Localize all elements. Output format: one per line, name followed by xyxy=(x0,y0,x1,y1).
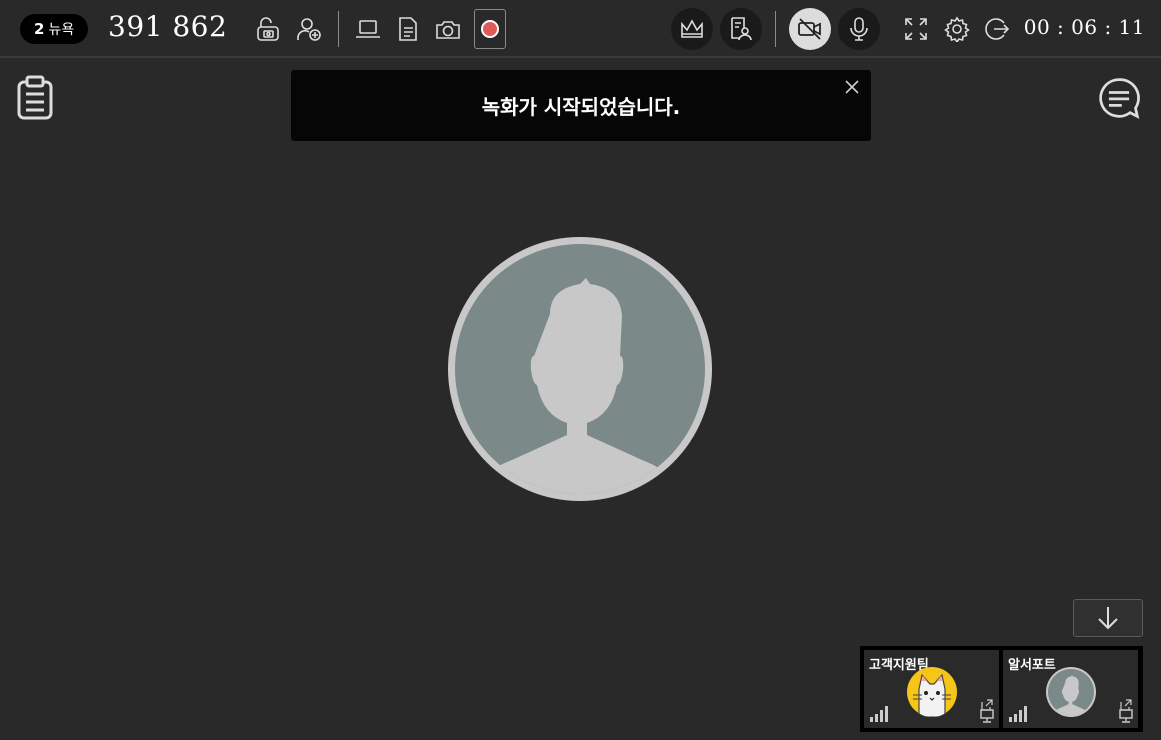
participant-strip: 고객지원팀 알서포트 xyxy=(860,646,1143,732)
arrow-down-icon xyxy=(1098,607,1118,630)
screen-icon[interactable] xyxy=(1119,709,1133,723)
chat-button[interactable] xyxy=(1095,74,1143,122)
crown-icon xyxy=(681,19,703,38)
laptop-icon xyxy=(356,20,380,38)
gear-icon xyxy=(944,16,970,42)
document-share-button[interactable] xyxy=(390,11,426,47)
person-silhouette-icon xyxy=(1050,675,1091,715)
host-button[interactable] xyxy=(671,8,713,50)
person-silhouette-icon xyxy=(468,278,686,494)
toast-message: 녹화가 시작되었습니다. xyxy=(481,95,681,119)
camera-icon xyxy=(436,21,460,39)
exit-icon xyxy=(985,18,1010,40)
video-call-app: 2 뉴욕 391 862 00: 06: 11 녹화가 시작되었습니다. 고… xyxy=(0,0,1161,740)
participant-tile[interactable]: 고객지원팀 xyxy=(864,650,999,728)
session-badge[interactable]: 2 뉴욕 xyxy=(20,14,89,44)
screen-icon[interactable] xyxy=(980,709,994,723)
participant-name: 알서포트 xyxy=(1008,658,1056,673)
camera-toggle-button[interactable] xyxy=(789,8,831,50)
person-avatar xyxy=(1046,667,1096,717)
signal-icon xyxy=(870,706,888,722)
cat-icon xyxy=(913,673,951,717)
exit-button[interactable] xyxy=(979,11,1015,47)
record-icon xyxy=(481,20,499,38)
toolbar-divider xyxy=(775,11,776,47)
chat-icon xyxy=(1099,78,1140,119)
unlock-camera-button[interactable] xyxy=(250,11,286,47)
room-code: 391 862 xyxy=(108,10,228,43)
add-user-icon xyxy=(297,18,321,41)
call-timer: 00 : 06 : 11 xyxy=(1023,15,1145,39)
scroll-down-button[interactable] xyxy=(1073,599,1143,637)
doc-users-icon xyxy=(731,17,752,41)
fullscreen-button[interactable] xyxy=(898,11,934,47)
unlock-camera-icon xyxy=(257,17,279,41)
main-speaker-avatar xyxy=(448,237,712,501)
record-button[interactable] xyxy=(474,9,506,49)
cat-avatar xyxy=(907,667,957,717)
screen-share-button[interactable] xyxy=(350,11,386,47)
participant-tile[interactable]: 알서포트 xyxy=(1003,650,1138,728)
clipboard-icon xyxy=(17,75,53,120)
microphone-button[interactable] xyxy=(838,8,880,50)
session-location: 뉴욕 xyxy=(48,22,75,38)
recording-toast: 녹화가 시작되었습니다. xyxy=(291,70,871,141)
signal-icon xyxy=(1009,706,1027,722)
add-user-button[interactable] xyxy=(291,11,327,47)
capture-button[interactable] xyxy=(430,11,466,47)
top-toolbar: 2 뉴욕 391 862 00: 06: 11 xyxy=(0,0,1161,58)
close-icon[interactable] xyxy=(843,78,861,96)
camera-off-icon xyxy=(798,18,821,40)
microphone-icon xyxy=(850,17,868,41)
notes-button[interactable] xyxy=(11,74,59,122)
participant-count: 2 xyxy=(34,20,45,38)
settings-button[interactable] xyxy=(939,11,975,47)
participants-doc-button[interactable] xyxy=(720,8,762,50)
document-icon xyxy=(399,17,417,41)
toolbar-divider xyxy=(338,11,339,47)
fullscreen-icon xyxy=(905,18,927,40)
